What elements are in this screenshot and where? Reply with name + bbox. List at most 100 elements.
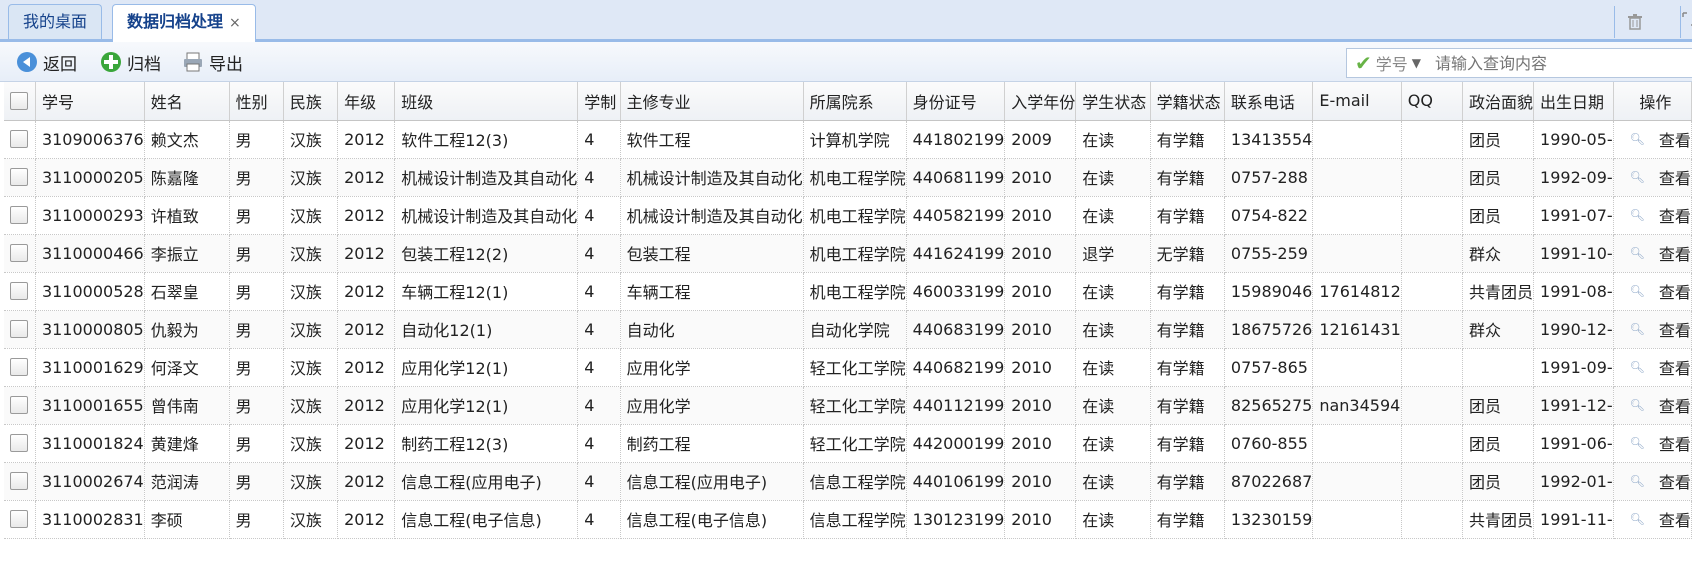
view-link[interactable]: 查看	[1659, 507, 1691, 531]
table-cell: 130123199	[906, 500, 1006, 539]
column-header[interactable]: 操作	[1613, 82, 1692, 121]
table-cell: 有学籍	[1150, 424, 1225, 463]
table-cell: 2012	[337, 424, 396, 463]
view-link[interactable]: 查看	[1659, 279, 1691, 303]
column-header[interactable]: 出生日期	[1533, 82, 1614, 121]
back-button[interactable]: 返回	[16, 48, 77, 76]
tab-data-archive[interactable]: 数据归档处理 ×	[112, 4, 256, 42]
chevron-down-icon[interactable]: ▼	[1412, 56, 1421, 70]
row-checkbox[interactable]	[10, 168, 29, 186]
table-row[interactable]: 3110001629 何泽文男汉族 2012 应用化学12(1) 4 应用化学 轻工化工学院…	[4, 348, 1692, 387]
row-checkbox[interactable]	[10, 206, 29, 224]
magnifier-icon[interactable]: 🔍︎	[1630, 322, 1645, 336]
table-row[interactable]: 3110002831 李硕男汉族 2012 信息工程(电子信息) 4 信息工程(电子信息)…	[4, 500, 1692, 539]
row-checkbox[interactable]	[10, 244, 29, 262]
magnifier-icon[interactable]: 🔍︎	[1630, 474, 1645, 488]
table-row[interactable]: 3110001824 黄建烽男汉族 2012 制药工程12(3) 4 制药工程 轻工化工学院…	[4, 424, 1692, 463]
row-checkbox-cell[interactable]	[4, 348, 36, 387]
view-link[interactable]: 查看	[1659, 355, 1691, 379]
row-checkbox-cell[interactable]	[4, 196, 36, 235]
row-checkbox[interactable]	[10, 282, 29, 300]
row-checkbox[interactable]	[10, 510, 29, 528]
column-header[interactable]: 学籍状态	[1150, 82, 1225, 121]
magnifier-icon[interactable]: 🔍︎	[1630, 398, 1645, 412]
row-checkbox[interactable]	[10, 434, 29, 452]
column-header[interactable]: 政治面貌	[1462, 82, 1535, 121]
column-header[interactable]: 入学年份	[1004, 82, 1077, 121]
column-header[interactable]: 学制	[577, 82, 621, 121]
view-link[interactable]: 查看	[1659, 127, 1691, 151]
trash-icon[interactable]	[1614, 6, 1655, 38]
action-cell: 🔍︎ 查看	[1613, 234, 1692, 273]
table-row[interactable]: 3109006376 赖文杰男汉族 2012 软件工程12(3) 4 软件工程 计算机学院 4…	[4, 120, 1692, 159]
row-checkbox[interactable]	[10, 130, 29, 148]
table-cell: 机械设计制造及其自动化	[394, 196, 579, 235]
search-field-select[interactable]: 学号	[1376, 51, 1408, 75]
row-checkbox-cell[interactable]	[4, 424, 36, 463]
magnifier-icon[interactable]: 🔍︎	[1630, 170, 1645, 184]
table-row[interactable]: 3110002674 范润涛男汉族 2012 信息工程(应用电子) 4 信息工程(应用电子…	[4, 462, 1692, 501]
expand-icon[interactable]	[1680, 6, 1692, 38]
column-header[interactable]: E-mail	[1312, 82, 1402, 121]
table-cell: 应用化学12(1)	[394, 386, 579, 425]
column-header[interactable]: 学生状态	[1075, 82, 1151, 121]
view-link[interactable]: 查看	[1659, 317, 1691, 341]
archive-button[interactable]: 归档	[100, 48, 161, 76]
view-link[interactable]: 查看	[1659, 203, 1691, 227]
table-cell: 0754-822	[1224, 196, 1314, 235]
row-checkbox-cell[interactable]	[4, 386, 36, 425]
row-checkbox-cell[interactable]	[4, 462, 36, 501]
table-row[interactable]: 3110000805 仇毅为男汉族 2012 自动化12(1) 4 自动化 自动化学院 440…	[4, 310, 1692, 349]
magnifier-icon[interactable]: 🔍︎	[1630, 360, 1645, 374]
column-header[interactable]: 姓名	[144, 82, 230, 121]
view-link[interactable]: 查看	[1659, 165, 1691, 189]
checkbox[interactable]	[10, 91, 29, 110]
magnifier-icon[interactable]: 🔍︎	[1630, 436, 1645, 450]
table-cell: 车辆工程	[620, 272, 804, 311]
row-checkbox-cell[interactable]	[4, 310, 36, 349]
row-checkbox-cell[interactable]	[4, 158, 36, 197]
magnifier-icon[interactable]: 🔍︎	[1630, 132, 1645, 146]
magnifier-icon[interactable]: 🔍︎	[1630, 512, 1645, 526]
table-row[interactable]: 3110000466 李振立男汉族 2012 包装工程12(2) 4 包装工程 机电工程学院…	[4, 234, 1692, 273]
view-link[interactable]: 查看	[1659, 431, 1691, 455]
table-cell: 15989046	[1224, 272, 1314, 311]
column-header[interactable]: 学号	[35, 82, 145, 121]
close-icon[interactable]: ×	[229, 15, 241, 31]
select-all-checkbox[interactable]	[4, 82, 36, 121]
export-button[interactable]: 导出	[182, 48, 243, 76]
tab-my-desktop[interactable]: 我的桌面	[8, 4, 103, 39]
table-row[interactable]: 3110000293 许植致男汉族 2012 机械设计制造及其自动化 4 机械设计制造及其…	[4, 196, 1692, 235]
row-checkbox[interactable]	[10, 472, 29, 490]
row-checkbox[interactable]	[10, 396, 29, 414]
table-cell: 4	[577, 158, 621, 197]
magnifier-icon[interactable]: 🔍︎	[1630, 284, 1645, 298]
table-cell: 2010	[1004, 500, 1077, 539]
column-header[interactable]: 身份证号	[906, 82, 1006, 121]
table-row[interactable]: 3110000528 石翠皇男汉族 2012 车辆工程12(1) 4 车辆工程 机电工程学院…	[4, 272, 1692, 311]
view-link[interactable]: 查看	[1659, 393, 1691, 417]
row-checkbox-cell[interactable]	[4, 120, 36, 159]
column-header[interactable]: 主修专业	[620, 82, 804, 121]
view-link[interactable]: 查看	[1659, 469, 1691, 493]
column-header[interactable]: 班级	[394, 82, 579, 121]
column-header[interactable]: 所属院系	[803, 82, 907, 121]
table-row[interactable]: 3110000205 陈嘉隆男汉族 2012 机械设计制造及其自动化 4 机械设计制造及其…	[4, 158, 1692, 197]
column-header[interactable]: 联系电话	[1224, 82, 1314, 121]
search-input[interactable]	[1433, 52, 1638, 74]
row-checkbox[interactable]	[10, 358, 29, 376]
row-checkbox-cell[interactable]	[4, 500, 36, 539]
column-header[interactable]: 民族	[283, 82, 339, 121]
column-header[interactable]: QQ	[1401, 82, 1464, 121]
column-header[interactable]: 性别	[229, 82, 284, 121]
row-checkbox[interactable]	[10, 320, 29, 338]
table-cell	[1401, 500, 1464, 539]
view-link[interactable]: 查看	[1659, 241, 1691, 265]
table-cell: 软件工程12(3)	[394, 120, 579, 159]
magnifier-icon[interactable]: 🔍︎	[1630, 246, 1645, 260]
row-checkbox-cell[interactable]	[4, 234, 36, 273]
table-row[interactable]: 3110001655 曾伟南男汉族 2012 应用化学12(1) 4 应用化学 轻工化工学院…	[4, 386, 1692, 425]
column-header[interactable]: 年级	[337, 82, 396, 121]
row-checkbox-cell[interactable]	[4, 272, 36, 311]
magnifier-icon[interactable]: 🔍︎	[1630, 208, 1645, 222]
